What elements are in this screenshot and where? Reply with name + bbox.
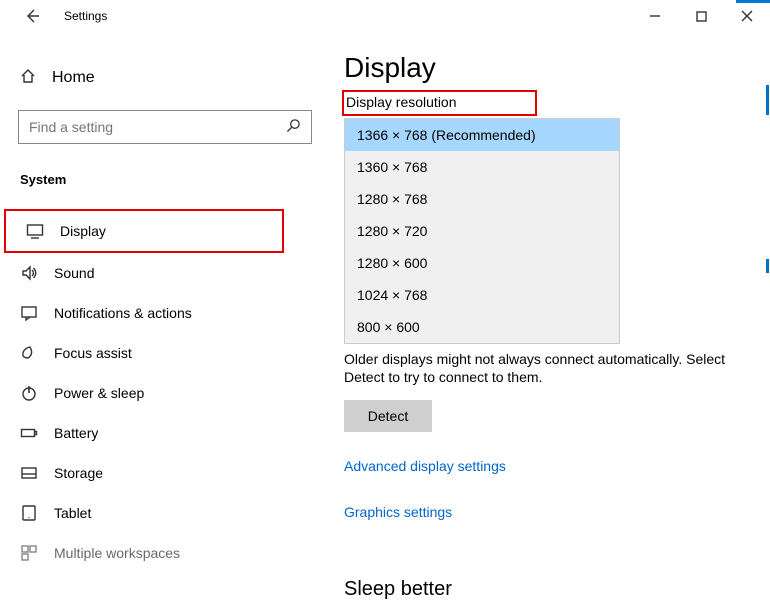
resolution-option[interactable]: 1360 × 768	[345, 151, 619, 183]
sidebar-item-power-sleep[interactable]: Power & sleep	[0, 373, 330, 413]
graphics-settings-link[interactable]: Graphics settings	[344, 504, 452, 520]
resolution-option[interactable]: 800 × 600	[345, 311, 619, 343]
window-title: Settings	[64, 9, 107, 23]
maximize-button[interactable]	[678, 0, 724, 32]
main-panel: Display Display resolution 1366 × 768 (R…	[330, 32, 770, 609]
nav-label: Storage	[54, 465, 103, 481]
display-icon	[26, 222, 44, 240]
nav-label: Sound	[54, 265, 94, 281]
minimize-button[interactable]	[632, 0, 678, 32]
home-label: Home	[52, 69, 95, 87]
search-icon	[286, 118, 301, 136]
resolution-option[interactable]: 1280 × 768	[345, 183, 619, 215]
detect-button[interactable]: Detect	[344, 400, 432, 432]
nav-label: Power & sleep	[54, 385, 144, 401]
resolution-option[interactable]: 1280 × 600	[345, 247, 619, 279]
resolution-dropdown[interactable]: 1366 × 768 (Recommended) 1360 × 768 1280…	[344, 118, 620, 344]
nav-label: Notifications & actions	[54, 305, 192, 321]
multitask-icon	[20, 544, 38, 562]
accent-top-strip	[736, 0, 770, 3]
page-title: Display	[344, 52, 744, 84]
older-displays-text: Older displays might not always connect …	[344, 350, 744, 386]
notifications-icon	[20, 304, 38, 322]
resolution-heading-highlight: Display resolution	[342, 90, 537, 116]
sidebar-item-storage[interactable]: Storage	[0, 453, 330, 493]
nav-label: Multiple workspaces	[54, 545, 180, 561]
home-button[interactable]: Home	[0, 60, 330, 96]
sidebar-item-tablet[interactable]: Tablet	[0, 493, 330, 533]
sidebar-item-multiple-workspaces[interactable]: Multiple workspaces	[0, 533, 330, 573]
close-button[interactable]	[724, 0, 770, 32]
sound-icon	[20, 264, 38, 282]
resolution-option[interactable]: 1280 × 720	[345, 215, 619, 247]
storage-icon	[20, 464, 38, 482]
home-icon	[20, 68, 36, 88]
sidebar-item-focus-assist[interactable]: Focus assist	[0, 333, 330, 373]
search-field[interactable]	[29, 119, 286, 135]
titlebar: Settings	[0, 0, 770, 32]
back-button[interactable]	[16, 0, 48, 32]
advanced-display-settings-link[interactable]: Advanced display settings	[344, 458, 506, 474]
focus-assist-icon	[20, 344, 38, 362]
battery-icon	[20, 424, 38, 442]
nav-label: Focus assist	[54, 345, 132, 361]
search-input[interactable]	[18, 110, 312, 144]
sidebar-item-battery[interactable]: Battery	[0, 413, 330, 453]
sidebar-item-display[interactable]: Display	[4, 209, 284, 253]
tablet-icon	[20, 504, 38, 522]
section-heading: System	[0, 172, 330, 187]
sleep-better-heading: Sleep better	[344, 578, 744, 601]
sidebar: Home System Display Sound Notifications …	[0, 32, 330, 609]
nav-label: Battery	[54, 425, 98, 441]
resolution-option[interactable]: 1366 × 768 (Recommended)	[345, 119, 619, 151]
nav-label: Tablet	[54, 505, 91, 521]
resolution-heading: Display resolution	[346, 94, 457, 110]
nav-label: Display	[60, 223, 106, 239]
power-icon	[20, 384, 38, 402]
sidebar-item-notifications[interactable]: Notifications & actions	[0, 293, 330, 333]
sidebar-item-sound[interactable]: Sound	[0, 253, 330, 293]
resolution-option[interactable]: 1024 × 768	[345, 279, 619, 311]
